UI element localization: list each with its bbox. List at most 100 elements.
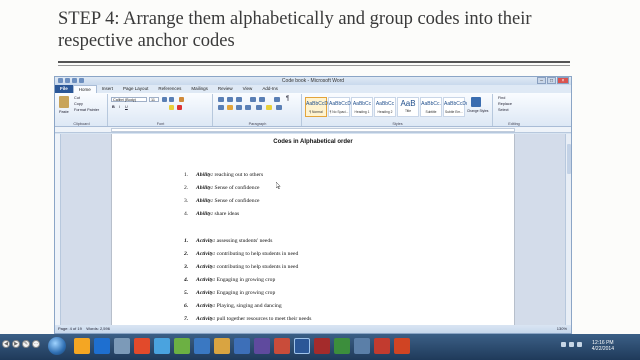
app-icon[interactable]	[354, 338, 370, 354]
list-item: 2. Ability: Sense of confidence	[184, 185, 260, 191]
scroll-thumb[interactable]	[567, 144, 571, 174]
replace-button[interactable]: Replace	[498, 102, 512, 106]
grow-font-icon[interactable]	[162, 97, 167, 102]
highlight-icon[interactable]	[169, 105, 174, 110]
next-slide-icon[interactable]: ▶	[12, 340, 20, 348]
horizontal-ruler[interactable]	[55, 127, 571, 133]
editing-group: Find Replace Select Editing	[494, 94, 534, 126]
italic-icon[interactable]: I	[119, 105, 120, 109]
sort-icon[interactable]	[274, 97, 280, 102]
close-button[interactable]: ×	[557, 77, 569, 84]
word-count[interactable]: Words: 2,596	[86, 326, 110, 331]
tab-references[interactable]: References	[153, 85, 186, 93]
pen-icon[interactable]: ✎	[22, 340, 30, 348]
outlook-icon[interactable]	[234, 338, 250, 354]
powerpoint-icon[interactable]	[274, 338, 290, 354]
undo-icon[interactable]	[72, 78, 77, 83]
title-divider	[58, 61, 570, 63]
clear-format-icon[interactable]	[179, 97, 184, 102]
tab-add-ins[interactable]: Add-Ins	[257, 85, 283, 93]
change-styles-button[interactable]: Change Styles	[467, 109, 488, 113]
bullets-icon[interactable]	[218, 97, 224, 102]
app-icon[interactable]	[154, 338, 170, 354]
tab-home[interactable]: Home	[72, 85, 97, 93]
style-subtitle[interactable]: AaBbCc. Subtitle	[420, 97, 442, 117]
align-left-icon[interactable]	[218, 105, 224, 110]
window-title: Code book - Microsoft Word	[281, 78, 345, 84]
network-icon[interactable]	[194, 338, 210, 354]
tray-up-icon[interactable]	[561, 342, 566, 347]
volume-icon[interactable]	[577, 342, 582, 347]
increase-indent-icon[interactable]	[259, 97, 265, 102]
paste-button[interactable]: Paste	[59, 110, 69, 114]
maximize-button[interactable]: □	[547, 77, 556, 84]
more-icon[interactable]: ⋯	[32, 340, 40, 348]
align-right-icon[interactable]	[236, 105, 242, 110]
tab-insert[interactable]: Insert	[97, 85, 118, 93]
media-icon[interactable]	[114, 338, 130, 354]
clock[interactable]: 12:16 PM 4/22/2014	[592, 340, 614, 352]
multilevel-list-icon[interactable]	[236, 97, 242, 102]
copy-button[interactable]: Copy	[74, 102, 83, 106]
paste-icon[interactable]	[59, 96, 69, 108]
acrobat-icon[interactable]	[314, 338, 330, 354]
previous-slide-icon[interactable]: ◀	[2, 340, 10, 348]
vertical-scrollbar[interactable]	[565, 134, 571, 325]
shrink-font-icon[interactable]	[169, 97, 174, 102]
justify-icon[interactable]	[245, 105, 251, 110]
cut-button[interactable]: Cut	[74, 96, 80, 100]
onenote-icon[interactable]	[254, 338, 270, 354]
firefox-icon[interactable]	[134, 338, 150, 354]
network-tray-icon[interactable]	[569, 342, 574, 347]
font-name-select[interactable]: Calibri (Body)	[111, 97, 147, 102]
style-subtle-emphasis[interactable]: AaBbCcDı Subtle Em...	[443, 97, 467, 117]
ribbon: Paste Cut Copy Format Painter Clipboard …	[55, 93, 571, 127]
borders-icon[interactable]	[276, 105, 282, 110]
style-heading-1[interactable]: AaBbCc Heading 1	[351, 97, 373, 117]
style-title[interactable]: AaB Title	[397, 97, 419, 117]
font-color-icon[interactable]	[177, 105, 182, 110]
start-button-icon[interactable]	[48, 337, 66, 355]
window-controls: – □ ×	[537, 77, 569, 84]
vertical-ruler[interactable]	[55, 134, 61, 325]
clipboard-group: Paste Cut Copy Format Painter Clipboard	[56, 94, 108, 126]
format-painter-button[interactable]: Format Painter	[74, 108, 99, 112]
font-size-select[interactable]: 11	[149, 97, 159, 102]
app-icon[interactable]	[394, 338, 410, 354]
line-spacing-icon[interactable]	[256, 105, 262, 110]
internet-explorer-icon[interactable]	[94, 338, 110, 354]
bold-icon[interactable]: B	[112, 105, 115, 109]
underline-icon[interactable]: U	[125, 105, 128, 109]
align-center-icon[interactable]	[227, 105, 233, 110]
minimize-button[interactable]: –	[537, 77, 546, 84]
zoom-level[interactable]: 130%	[557, 325, 567, 333]
page-count[interactable]: Page: 4 of 19	[58, 326, 82, 331]
select-button[interactable]: Select	[498, 108, 509, 112]
folder-icon[interactable]	[214, 338, 230, 354]
tab-page-layout[interactable]: Page Layout	[118, 85, 153, 93]
tab-file[interactable]: File	[55, 85, 73, 93]
word-taskbar-icon[interactable]	[294, 338, 310, 354]
show-formatting-icon[interactable]: ¶	[286, 96, 289, 102]
style-normal[interactable]: AaBbCcDc ¶ Normal	[305, 97, 330, 117]
find-button[interactable]: Find	[498, 96, 505, 100]
clipboard-group-label: Clipboard	[73, 122, 90, 126]
decrease-indent-icon[interactable]	[250, 97, 256, 102]
tab-review[interactable]: Review	[213, 85, 238, 93]
chrome-icon[interactable]	[174, 338, 190, 354]
explorer-icon[interactable]	[74, 338, 90, 354]
paragraph-group-label: Paragraph	[248, 122, 267, 126]
powerpoint-icon[interactable]	[374, 338, 390, 354]
style-heading-2[interactable]: AaBbCc Heading 2	[374, 97, 396, 117]
style-no-spacing[interactable]: AaBbCcDc ¶ No Spaci...	[328, 97, 353, 117]
redo-icon[interactable]	[79, 78, 84, 83]
word-logo-icon[interactable]	[58, 78, 63, 83]
save-icon[interactable]	[65, 78, 70, 83]
change-styles-icon[interactable]	[471, 97, 481, 107]
numbering-icon[interactable]	[227, 97, 233, 102]
excel-icon[interactable]	[334, 338, 350, 354]
tab-view[interactable]: View	[238, 85, 258, 93]
shading-icon[interactable]	[266, 105, 272, 110]
tab-mailings[interactable]: Mailings	[186, 85, 213, 93]
document-page[interactable]: Codes in Alphabetical order 1. Ability: r…	[111, 134, 515, 325]
